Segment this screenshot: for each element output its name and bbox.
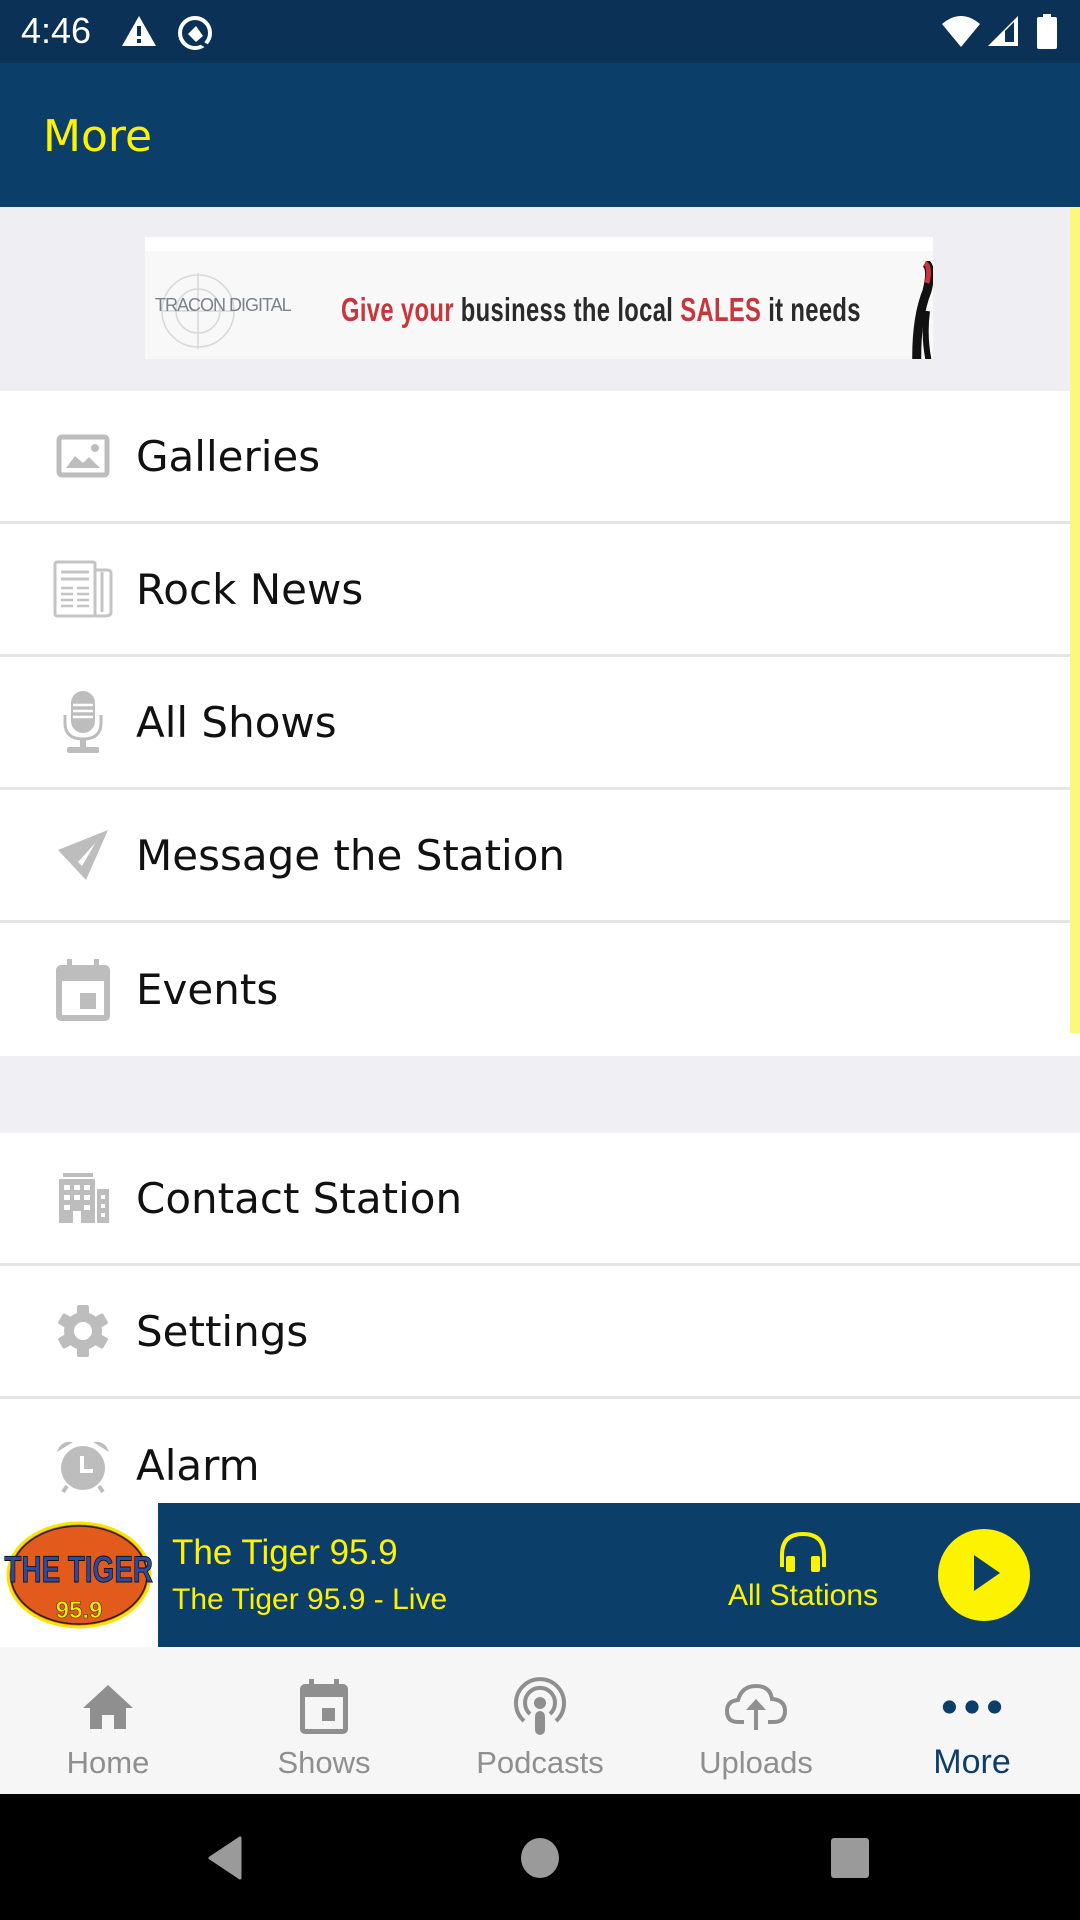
nav-label: Home xyxy=(66,1745,150,1780)
back-icon[interactable] xyxy=(204,1834,244,1886)
app-bar: More xyxy=(0,63,1080,207)
menu-item-events[interactable]: Events xyxy=(0,923,1080,1056)
menu-item-label: Alarm xyxy=(136,1441,260,1490)
now-playing-subtitle: The Tiger 95.9 - Live xyxy=(172,1583,448,1616)
send-icon xyxy=(52,824,114,886)
nav-label: More xyxy=(933,1743,1011,1781)
nav-label: Shows xyxy=(277,1745,371,1780)
headphones-icon xyxy=(777,1531,829,1577)
now-playing-bar[interactable]: The Tiger 95.9 The Tiger 95.9 - Live All… xyxy=(158,1503,1080,1647)
home-icon xyxy=(76,1675,140,1739)
more-menu-list[interactable]: TRACON DIGITAL Give your business the lo… xyxy=(0,207,1080,1503)
warning-icon xyxy=(120,14,158,52)
menu-item-rock-news[interactable]: Rock News xyxy=(0,524,1080,657)
ad-brand: TRACON DIGITAL xyxy=(155,295,292,315)
battery-icon xyxy=(1036,14,1058,54)
building-icon xyxy=(52,1167,114,1229)
cloud-upload-icon xyxy=(724,1675,788,1739)
menu-item-label: Rock News xyxy=(136,564,364,614)
page-title: More xyxy=(43,111,153,162)
menu-item-label: All Shows xyxy=(136,697,337,747)
gear-icon xyxy=(52,1300,114,1362)
station-logo-text: THE TIGER xyxy=(4,1548,153,1590)
menu-item-galleries[interactable]: Galleries xyxy=(0,391,1080,524)
menu-item-label: Contact Station xyxy=(136,1173,463,1223)
podcast-icon xyxy=(508,1675,572,1739)
nav-tab-podcasts[interactable]: Podcasts xyxy=(432,1647,648,1794)
nav-tab-home[interactable]: Home xyxy=(0,1647,216,1794)
bottom-navigation: Home Shows Podcasts Uploads More xyxy=(0,1647,1080,1794)
nav-tab-shows[interactable]: Shows xyxy=(216,1647,432,1794)
menu-item-message-the-station[interactable]: Message the Station xyxy=(0,790,1080,923)
menu-item-contact-station[interactable]: Contact Station xyxy=(0,1133,1080,1266)
nav-label: Uploads xyxy=(699,1745,813,1780)
now-playing-title: The Tiger 95.9 xyxy=(172,1533,398,1572)
menu-item-label: Settings xyxy=(136,1306,309,1356)
cell-signal-icon xyxy=(986,14,1020,52)
all-stations-label: All Stations xyxy=(727,1579,879,1612)
mini-player: THE TIGER 95.9 The Tiger 95.9 The Tiger … xyxy=(0,1503,1080,1647)
menu-item-label: Galleries xyxy=(136,431,321,481)
scrollbar[interactable] xyxy=(1070,207,1080,1033)
newspaper-icon xyxy=(52,558,114,620)
menu-group-primary: Galleries Rock News All Shows Message th… xyxy=(0,391,1080,1056)
calendar-icon xyxy=(292,1675,356,1739)
menu-item-alarm[interactable]: Alarm xyxy=(0,1399,1080,1503)
home-circle-icon[interactable] xyxy=(520,1834,560,1886)
ad-text-part: it needs xyxy=(761,291,861,328)
calendar-icon xyxy=(52,958,114,1021)
play-button[interactable] xyxy=(938,1529,1030,1621)
more-dots-icon xyxy=(940,1675,1004,1739)
ad-text-part: Give your xyxy=(341,291,461,328)
station-logo[interactable]: THE TIGER 95.9 xyxy=(0,1503,158,1647)
status-bar: 4:46 xyxy=(0,0,1080,63)
alarm-clock-icon xyxy=(52,1435,114,1497)
recents-icon[interactable] xyxy=(830,1834,870,1886)
ad-product-image xyxy=(912,261,933,359)
microphone-icon xyxy=(52,691,114,753)
ad-area: TRACON DIGITAL Give your business the lo… xyxy=(0,207,1080,391)
menu-item-label: Events xyxy=(136,965,279,1014)
ad-text-part: business the local xyxy=(460,291,681,328)
nav-label: Podcasts xyxy=(476,1745,604,1780)
menu-item-settings[interactable]: Settings xyxy=(0,1266,1080,1399)
ad-headline: Give your business the local SALES it ne… xyxy=(341,291,861,329)
ad-text-part: SALES xyxy=(680,291,762,328)
all-stations-button[interactable]: All Stations xyxy=(713,1531,893,1613)
station-logo-frequency: 95.9 xyxy=(56,1597,103,1624)
menu-item-all-shows[interactable]: All Shows xyxy=(0,657,1080,790)
ad-banner[interactable]: TRACON DIGITAL Give your business the lo… xyxy=(145,237,933,359)
menu-item-label: Message the Station xyxy=(136,830,566,880)
nav-tab-uploads[interactable]: Uploads xyxy=(648,1647,864,1794)
nav-tab-more[interactable]: More xyxy=(864,1647,1080,1794)
wifi-icon xyxy=(940,14,982,52)
menu-group-secondary: Contact Station Settings Alarm xyxy=(0,1133,1080,1503)
data-saver-icon xyxy=(176,14,214,56)
system-navigation-bar xyxy=(0,1794,1080,1920)
status-time: 4:46 xyxy=(21,10,92,51)
image-icon xyxy=(52,425,114,487)
play-icon xyxy=(964,1551,1004,1599)
